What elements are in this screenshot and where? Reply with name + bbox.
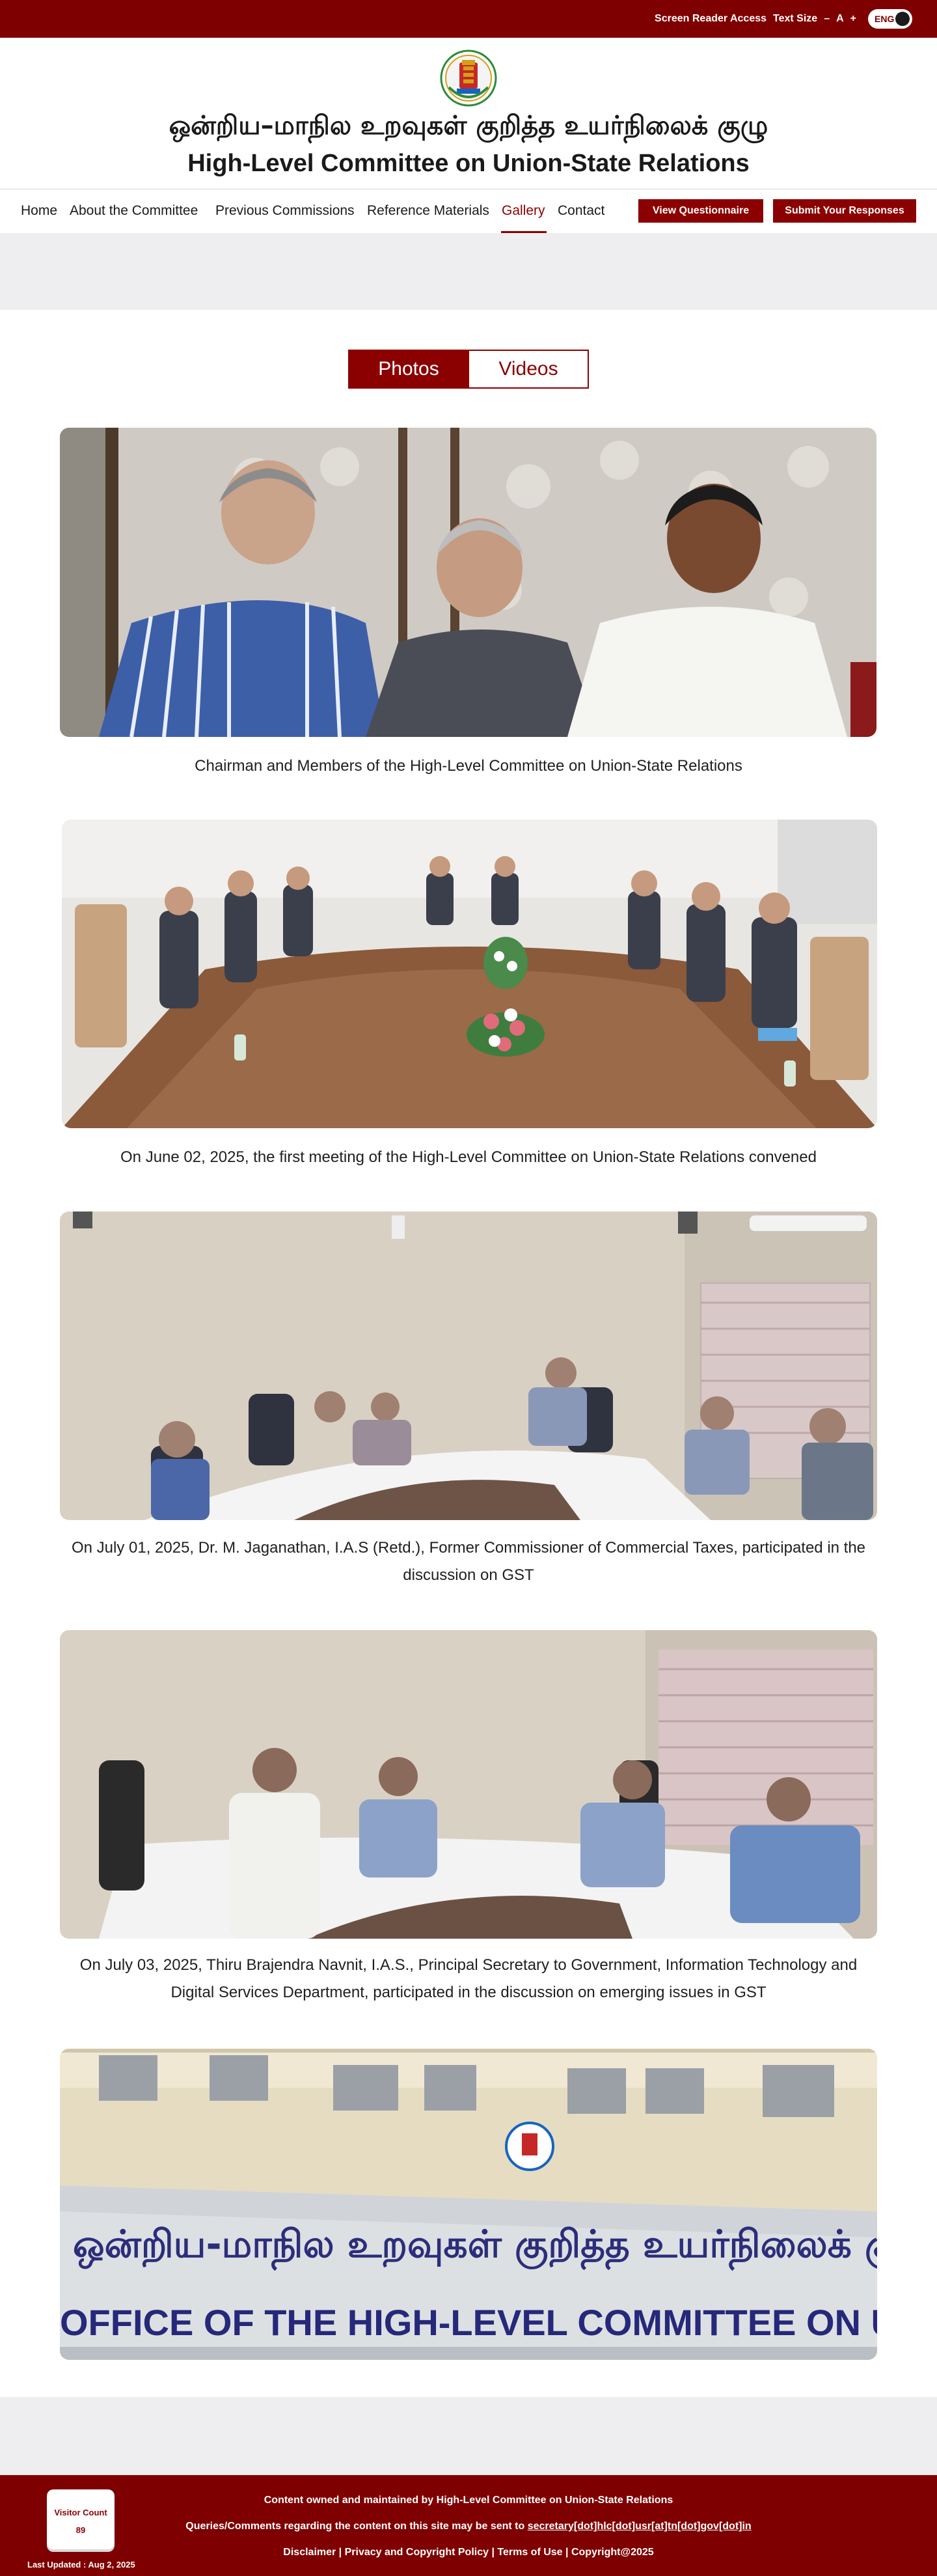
visitor-count-label: Visitor Count bbox=[54, 2508, 107, 2517]
screen-reader-access-link[interactable]: Screen Reader Access bbox=[655, 13, 767, 25]
photo-caption: On July 01, 2025, Dr. M. Jaganathan, I.A… bbox=[71, 1539, 866, 1584]
footer-separator: | bbox=[562, 2547, 571, 2558]
footer-link-disclaimer[interactable]: Disclaimer bbox=[283, 2547, 336, 2558]
tab-photos[interactable]: Photos bbox=[348, 350, 469, 389]
nav-item-contact[interactable]: Contact bbox=[558, 203, 604, 219]
footer-link-privacy[interactable]: Privacy and Copyright Policy bbox=[345, 2547, 489, 2558]
nav-item-gallery[interactable]: Gallery bbox=[502, 203, 545, 219]
page-banner-band bbox=[0, 233, 937, 310]
footer-queries-text: Queries/Comments regarding the content o… bbox=[0, 2521, 937, 2532]
language-toggle[interactable]: ENG bbox=[868, 9, 912, 29]
photo-caption: Chairman and Members of the High-Level C… bbox=[195, 757, 742, 775]
site-title-english: High-Level Committee on Union-State Rela… bbox=[187, 150, 750, 177]
text-size-normal-button[interactable]: A bbox=[836, 13, 844, 25]
gallery-photo-office-signboard[interactable]: ஒன்றிய-மாநில உறவுகள் குறித்த உயர்நிலைக் … bbox=[60, 2049, 877, 2360]
nav-item-home[interactable]: Home bbox=[21, 203, 57, 219]
submit-responses-button[interactable]: Submit Your Responses bbox=[773, 199, 916, 223]
accessibility-controls: Screen Reader Access Text Size – A + ENG bbox=[655, 9, 912, 29]
gallery-tabs: Photos Videos bbox=[348, 350, 589, 389]
footer-ownership-text: Content owned and maintained by High-Lev… bbox=[264, 2495, 673, 2506]
toggle-knob-icon bbox=[895, 12, 910, 26]
top-utility-bar: Screen Reader Access Text Size – A + ENG bbox=[0, 0, 937, 38]
tamil-nadu-emblem-logo bbox=[440, 47, 497, 109]
footer-queries-prefix: Queries/Comments regarding the content o… bbox=[185, 2521, 528, 2532]
gallery-photo-emerging-issues-gst[interactable] bbox=[60, 1630, 877, 1939]
gallery-photo-first-meeting[interactable] bbox=[62, 820, 877, 1128]
footer-separator: | bbox=[336, 2547, 345, 2558]
last-updated-text: Last Updated : Aug 2, 2025 bbox=[27, 2560, 135, 2569]
photo-caption: On June 02, 2025, the first meeting of t… bbox=[120, 1148, 817, 1166]
footer-link-terms[interactable]: Terms of Use bbox=[497, 2547, 562, 2558]
footer-email-link[interactable]: secretary[dot]hlc[dot]usr[at]tn[dot]gov[… bbox=[528, 2521, 752, 2532]
footer-separator: | bbox=[489, 2547, 498, 2558]
footer-policy-links: Disclaimer | Privacy and Copyright Polic… bbox=[0, 2547, 937, 2558]
view-questionnaire-button[interactable]: View Questionnaire bbox=[638, 199, 763, 223]
gallery-photo-gst-discussion[interactable] bbox=[60, 1212, 877, 1520]
page-footer-band bbox=[0, 2397, 937, 2475]
photo-caption: On July 03, 2025, Thiru Brajendra Navnit… bbox=[79, 1956, 858, 2001]
nav-item-about[interactable]: About the Committee bbox=[70, 203, 198, 219]
nav-item-previous-commissions[interactable]: Previous Commissions bbox=[215, 203, 355, 219]
text-size-label: Text Size bbox=[773, 13, 818, 24]
sign-english-text: OFFICE OF THE HIGH-LEVEL COMMITTEE ON UN… bbox=[60, 2302, 877, 2343]
text-size-increase-button[interactable]: + bbox=[850, 13, 856, 25]
gallery-photo-committee-members[interactable] bbox=[60, 428, 876, 737]
site-footer: Visitor Count 89 Last Updated : Aug 2, 2… bbox=[0, 2475, 937, 2576]
language-label: ENG bbox=[875, 14, 895, 24]
nav-item-reference-materials[interactable]: Reference Materials bbox=[367, 203, 489, 219]
site-title-tamil: ஒன்றிய–மாநில உறவுகள் குறித்த உயர்நிலைக் … bbox=[169, 111, 768, 141]
tab-videos[interactable]: Videos bbox=[469, 350, 589, 389]
footer-link-copyright[interactable]: Copyright@2025 bbox=[571, 2547, 654, 2558]
text-size-decrease-button[interactable]: – bbox=[824, 13, 830, 25]
sign-tamil-text: ஒன்றிய-மாநில உறவுகள் குறித்த உயர்நிலைக் … bbox=[73, 2222, 877, 2271]
